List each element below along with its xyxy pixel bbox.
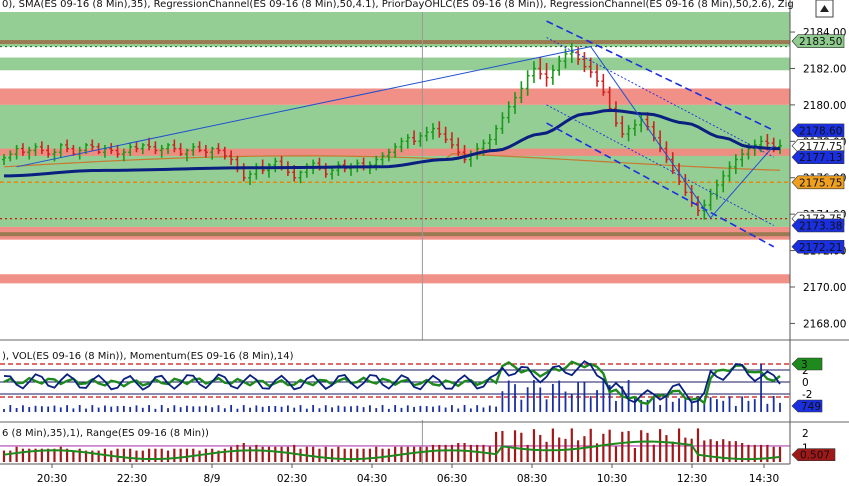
range-panel-title: 6 (8 Min),35),1), Range(ES 09-16 (8 Min)…: [2, 428, 209, 439]
range-badge-text: 0.507: [800, 450, 830, 462]
price-badge-text: 2183.50: [799, 36, 842, 48]
prior-day-line: [0, 40, 790, 45]
zone-red: [0, 274, 790, 284]
x-tick-label: 04:30: [357, 473, 387, 485]
zone-green: [0, 57, 790, 71]
x-tick-label: 22:30: [117, 473, 147, 485]
price-panel-title: 0), SMA(ES 09-16 (8 Min),35), Regression…: [2, 0, 794, 10]
price-badge-text: 2177.13: [799, 152, 842, 164]
chart-svg[interactable]: 2184.002182.002180.002178.002176.002174.…: [0, 0, 849, 486]
price-badge-text: 2178.60: [799, 125, 842, 137]
indicator-tick-label: -2: [802, 389, 812, 401]
x-tick-label: 08:30: [517, 473, 547, 485]
y-tick-label: 2182.00: [803, 63, 846, 75]
y-tick-label: 2170.00: [803, 282, 846, 294]
indicator-badge-text: 3: [801, 359, 808, 371]
zone-red: [0, 88, 790, 105]
y-tick-label: 2168.00: [803, 318, 846, 330]
range-tick-label: 2: [802, 428, 809, 440]
indicator-badge-text: 749: [801, 401, 821, 413]
x-tick-label: 20:30: [37, 473, 67, 485]
x-tick-label: 06:30: [437, 473, 467, 485]
y-tick-label: 2180.00: [803, 100, 846, 112]
x-tick-label: 14:30: [749, 473, 779, 485]
indicator-panel-title: ), VOL(ES 09-16 (8 Min)), Momentum(ES 09…: [2, 351, 294, 362]
price-badge-text: 2172.21: [799, 242, 842, 254]
x-tick-label: 8/9: [204, 473, 221, 485]
x-tick-label: 12:30: [677, 473, 707, 485]
indicator-tick-label: 0: [802, 377, 809, 389]
price-badge-text: 2173.38: [799, 220, 842, 232]
chart-window: 2184.002182.002180.002178.002176.002174.…: [0, 0, 849, 486]
x-tick-label: 02:30: [277, 473, 307, 485]
x-tick-label: 10:30: [597, 473, 627, 485]
prior-day-line: [0, 232, 790, 237]
price-badge-text: 2175.75: [799, 177, 842, 189]
